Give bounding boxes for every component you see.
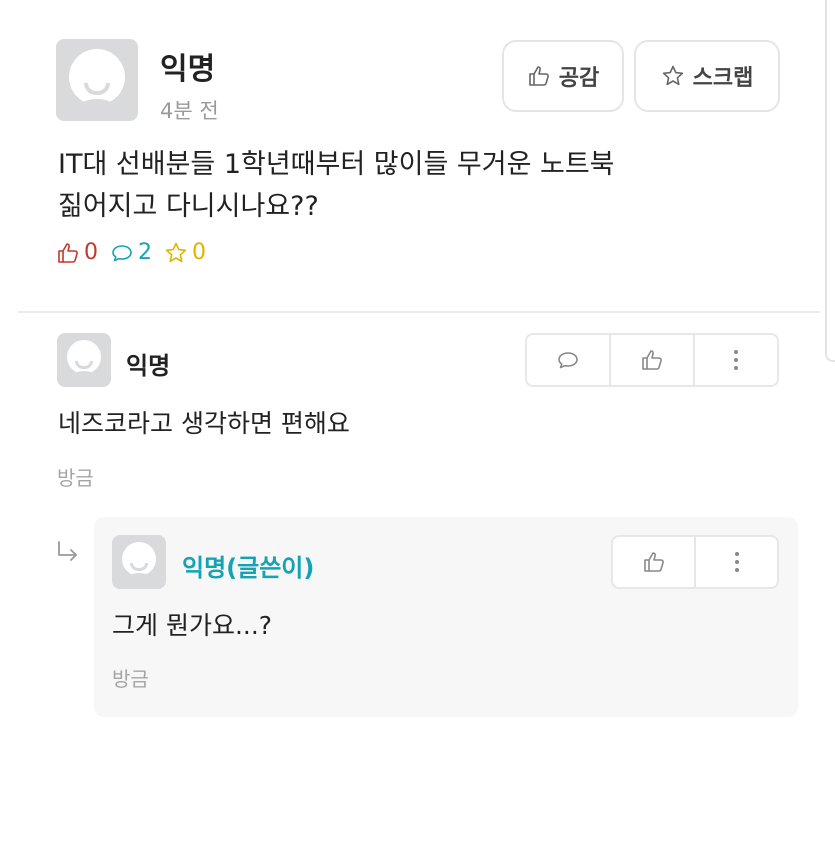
avatar: [56, 39, 138, 121]
like-button-label: 공감: [558, 66, 600, 91]
post-stats: 0 2 0: [56, 240, 218, 265]
comment-actions: [525, 333, 779, 387]
thumbs-up-icon: [58, 242, 78, 263]
star-icon: [165, 242, 187, 262]
reply-actions: [611, 535, 779, 589]
reply-author: 익명(글쓴이): [182, 554, 315, 582]
post-time: 4분 전: [160, 99, 219, 123]
scrap-button-label: 스크랩: [692, 66, 754, 91]
comment-like-button[interactable]: [611, 335, 695, 385]
reply-text: 그게 뭔가요...?: [112, 611, 273, 640]
comment-reply-button[interactable]: [527, 335, 611, 385]
avatar: [112, 535, 166, 589]
like-stat: 0: [56, 240, 98, 265]
comment-author: 익명: [126, 352, 171, 380]
post-content-line: IT대 선배분들 1학년때부터 많이들 무거운 노트북: [58, 149, 615, 180]
post: 익명 4분 전 공감 스크랩 IT대 선배분들 1학년때부터 많이들 무거운 노…: [0, 0, 822, 312]
reply-time: 방금: [112, 667, 149, 691]
post-content-line: 짊어지고 다니시나요??: [58, 191, 319, 222]
post-author: 익명: [160, 52, 216, 87]
scroll-indicator: [825, 0, 835, 362]
thumbs-up-icon: [528, 66, 549, 86]
thumbs-up-icon: [642, 350, 662, 370]
reply-arrow-icon: [58, 541, 77, 561]
avatar: [57, 333, 111, 387]
scrap-stat: 0: [164, 240, 206, 265]
like-count: 0: [84, 240, 98, 265]
comment-text: 네즈코라고 생각하면 편해요: [58, 409, 350, 438]
post-content: IT대 선배분들 1학년때부터 많이들 무거운 노트북 짊어지고 다니시나요??: [58, 144, 615, 228]
comment-more-button[interactable]: [695, 335, 777, 385]
reply-more-button[interactable]: [696, 537, 777, 587]
scrap-count: 0: [192, 240, 206, 265]
speech-bubble-icon: [558, 352, 578, 369]
more-vertical-icon: [734, 350, 738, 370]
speech-bubble-icon: [112, 244, 132, 261]
comment-time: 방금: [57, 466, 94, 490]
more-vertical-icon: [734, 552, 739, 572]
thumbs-up-icon: [643, 552, 664, 572]
comment-count: 2: [138, 240, 152, 265]
reply-like-button[interactable]: [613, 537, 696, 587]
comment-stat: 2: [110, 240, 152, 265]
scrap-button[interactable]: 스크랩: [634, 40, 780, 112]
like-button[interactable]: 공감: [502, 40, 624, 112]
divider: [18, 311, 820, 313]
star-icon: [662, 65, 683, 86]
